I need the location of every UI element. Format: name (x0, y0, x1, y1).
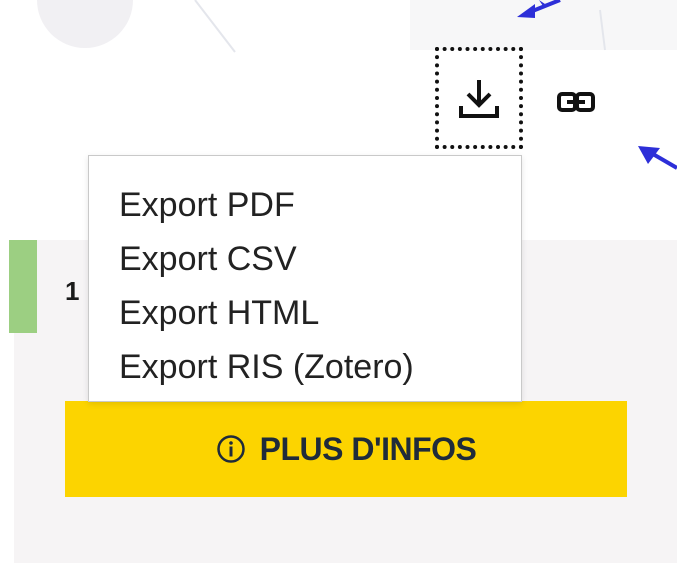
export-html-item[interactable]: Export HTML (89, 286, 521, 340)
more-info-label: PLUS D'INFOS (259, 430, 477, 467)
info-icon (216, 435, 245, 463)
card-number: 1 (65, 276, 80, 306)
export-csv-item[interactable]: Export CSV (89, 232, 521, 286)
annotation-arrow-top (517, 0, 561, 18)
export-pdf-item[interactable]: Export PDF (89, 178, 521, 232)
export-ris-item[interactable]: Export RIS (Zotero) (89, 340, 521, 394)
export-dropdown-menu: Export PDF Export CSV Export HTML Export… (88, 155, 522, 402)
card-accent-strip (9, 240, 37, 333)
link-icon (557, 92, 595, 112)
more-info-button[interactable]: PLUS D'INFOS (65, 401, 627, 497)
download-icon (459, 80, 499, 118)
download-button[interactable] (435, 47, 523, 149)
background-decoration (0, 0, 677, 60)
copy-link-button[interactable] (553, 84, 599, 120)
annotation-arrow-right (638, 146, 677, 170)
